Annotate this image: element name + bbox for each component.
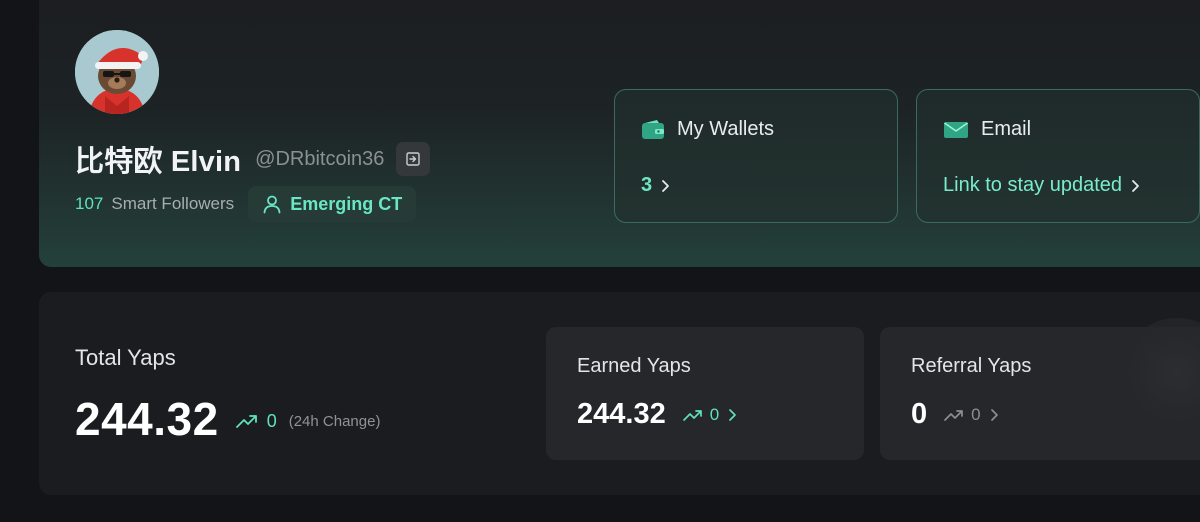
- logout-icon: [406, 152, 421, 166]
- referral-yaps-change-value: 0: [971, 404, 981, 424]
- earned-yaps-change-value: 0: [709, 404, 720, 424]
- wallet-icon: [642, 119, 664, 139]
- avatar[interactable]: [75, 30, 159, 114]
- total-yaps-label: Total Yaps: [75, 345, 176, 370]
- referral-yaps-value: 0: [911, 398, 928, 430]
- my-wallets-card[interactable]: My Wallets 3: [614, 89, 898, 223]
- tier-badge[interactable]: Emerging CT: [248, 186, 417, 222]
- bear-santa-avatar-icon: [75, 30, 159, 114]
- person-icon: [263, 195, 281, 214]
- email-card-title: Email: [981, 118, 1032, 140]
- smart-followers-label: Smart Followers: [111, 194, 235, 213]
- email-card[interactable]: Email Link to stay updated: [916, 89, 1200, 223]
- followers-row: 107 Smart Followers Emerging CT: [75, 186, 417, 222]
- trend-up-icon: [235, 415, 257, 428]
- display-name: 比特欧 Elvin: [75, 146, 242, 178]
- total-yaps-row: 244.32 0 (24h Change): [75, 392, 380, 446]
- smart-followers-count: 107: [75, 194, 104, 213]
- earned-yaps-row: 244.32 0: [577, 398, 737, 431]
- chevron-right-icon: [662, 179, 670, 192]
- referral-yaps-label: Referral Yaps: [911, 355, 1032, 377]
- referral-yaps-change-link[interactable]: 0: [943, 405, 998, 425]
- wallets-card-title: My Wallets: [677, 118, 775, 140]
- earned-yaps-card: Earned Yaps 244.32 0: [546, 327, 864, 460]
- trend-up-icon: [682, 409, 702, 421]
- referral-yaps-row: 0 0: [911, 398, 999, 431]
- email-link[interactable]: Link to stay updated: [943, 174, 1140, 197]
- chevron-right-icon: [990, 408, 998, 421]
- logout-button[interactable]: [396, 142, 431, 176]
- trend-up-icon: [944, 409, 963, 421]
- tier-badge-label: Emerging CT: [290, 193, 403, 214]
- wallets-count-link[interactable]: 3: [641, 174, 670, 197]
- chevron-right-icon: [729, 408, 737, 421]
- total-yaps-value: 244.32: [75, 393, 219, 445]
- name-row: 比特欧 Elvin @DRbitcoin36: [75, 138, 431, 180]
- email-link-text: Link to stay updated: [943, 174, 1123, 196]
- total-yaps-change-value: 0: [266, 410, 277, 431]
- earned-yaps-value: 244.32: [577, 398, 666, 430]
- chevron-right-icon: [1132, 179, 1139, 192]
- earned-yaps-change-link[interactable]: 0: [682, 405, 737, 425]
- user-handle[interactable]: @DRbitcoin36: [255, 148, 384, 171]
- wallets-card-header: My Wallets: [641, 118, 774, 141]
- total-yaps-change-caption: (24h Change): [288, 412, 381, 430]
- envelope-icon: [944, 121, 968, 138]
- email-card-header: Email: [943, 118, 1031, 141]
- earned-yaps-label: Earned Yaps: [577, 355, 691, 377]
- total-yaps-change: 0 (24h Change): [235, 410, 381, 432]
- wallets-count: 3: [641, 174, 653, 196]
